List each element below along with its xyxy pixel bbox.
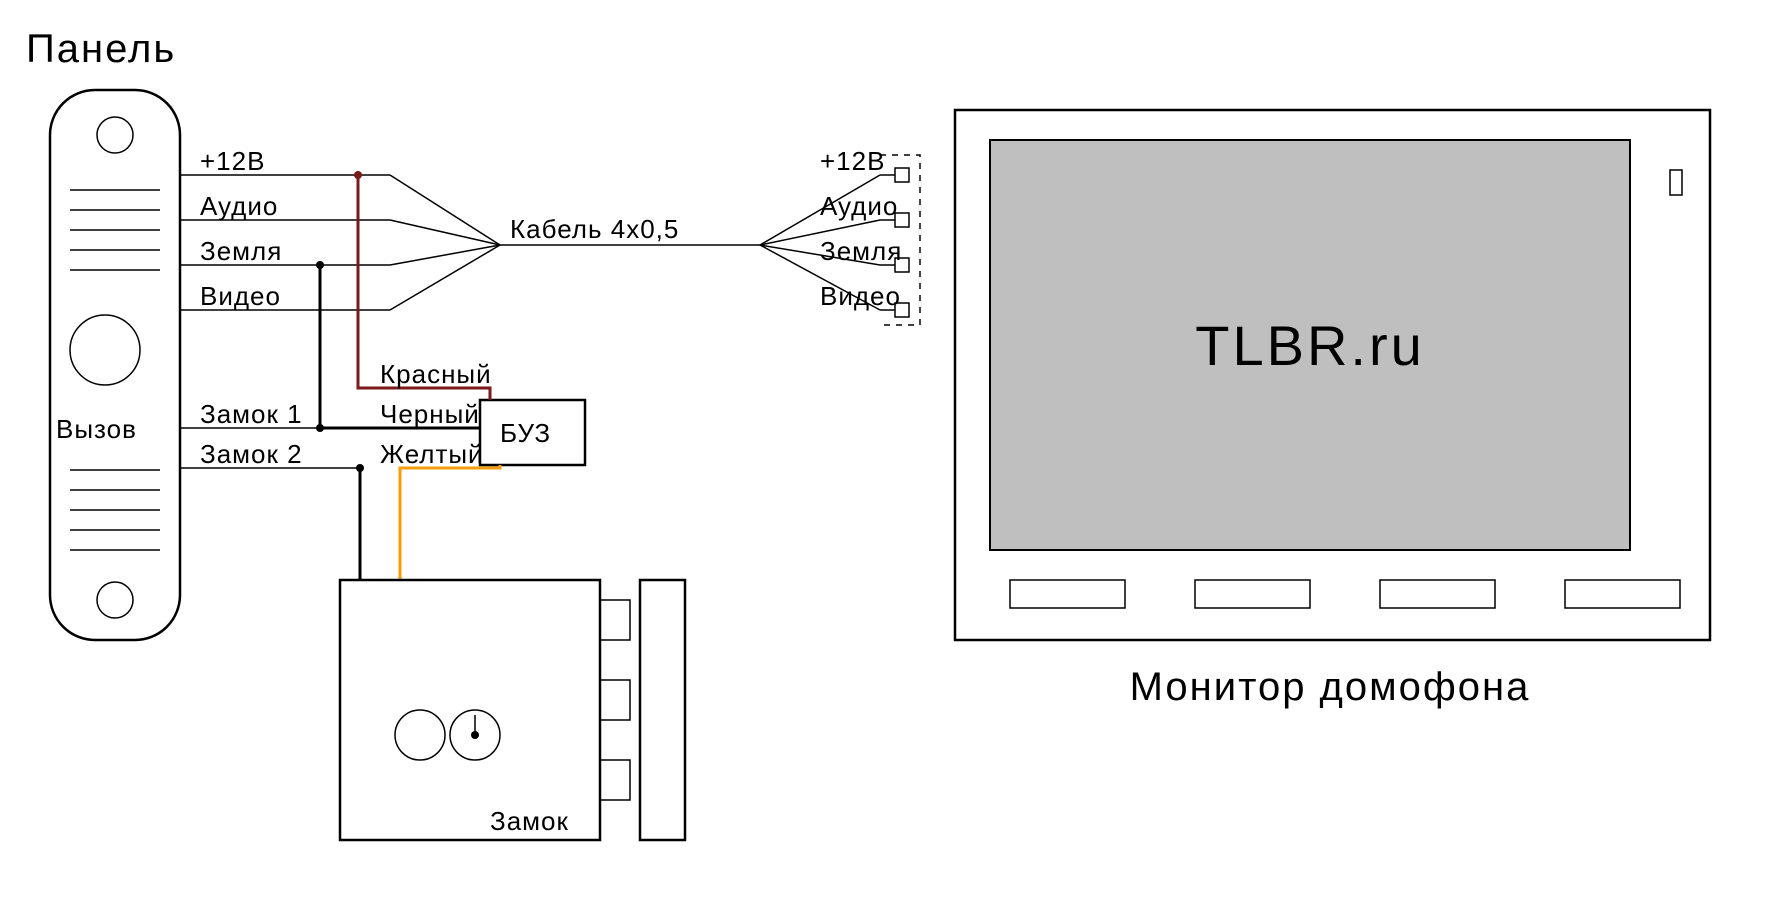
wire-red-label: Красный <box>380 359 492 389</box>
panel-label-power: +12В <box>200 146 265 176</box>
monitor-screen-text: TLBR.ru <box>1195 314 1425 377</box>
monitor-button <box>1010 580 1125 608</box>
wire-yellow <box>400 465 500 580</box>
monitor-label-ground: Земля <box>820 236 902 266</box>
fan-left <box>390 220 500 245</box>
lock-bolt <box>600 600 630 640</box>
monitor-title: Монитор домофона <box>1130 665 1531 709</box>
monitor-label-audio: Аудио <box>820 191 898 221</box>
wire-black-label: Черный <box>380 399 480 429</box>
lock-label: Замок <box>490 806 569 836</box>
node-black2 <box>316 424 324 432</box>
panel-label-lock1: Замок 1 <box>200 399 303 429</box>
monitor-button <box>1380 580 1495 608</box>
panel-label-ground: Земля <box>200 236 282 266</box>
panel-call-label: Вызов <box>56 414 137 444</box>
lock-bolt <box>600 680 630 720</box>
lock-bolt <box>600 760 630 800</box>
panel-screw-bottom <box>97 582 133 618</box>
wire-yellow-label: Желтый <box>380 439 484 469</box>
monitor-led <box>1670 170 1682 195</box>
wiring-diagram: Панель Вызов +12В Аудио Земля Видео Кабе… <box>0 0 1786 917</box>
monitor-button <box>1565 580 1680 608</box>
lock-keyhole-dot <box>471 731 479 739</box>
lock-cylinder <box>395 710 445 760</box>
node-black3 <box>356 464 364 472</box>
panel-screw-top <box>97 117 133 153</box>
panel-body <box>50 90 180 640</box>
panel-camera <box>70 315 140 385</box>
monitor-label-power: +12В <box>820 146 885 176</box>
buz-label: БУЗ <box>500 418 551 448</box>
monitor-label-video: Видео <box>820 281 901 311</box>
panel-title: Панель <box>26 27 176 71</box>
lock-strike <box>640 580 685 840</box>
panel-label-video: Видео <box>200 281 281 311</box>
panel-label-lock2: Замок 2 <box>200 439 303 469</box>
cable-label: Кабель 4х0,5 <box>510 214 679 244</box>
monitor-button <box>1195 580 1310 608</box>
fan-left <box>390 175 500 245</box>
panel-label-audio: Аудио <box>200 191 278 221</box>
monitor-terminal <box>895 168 909 182</box>
